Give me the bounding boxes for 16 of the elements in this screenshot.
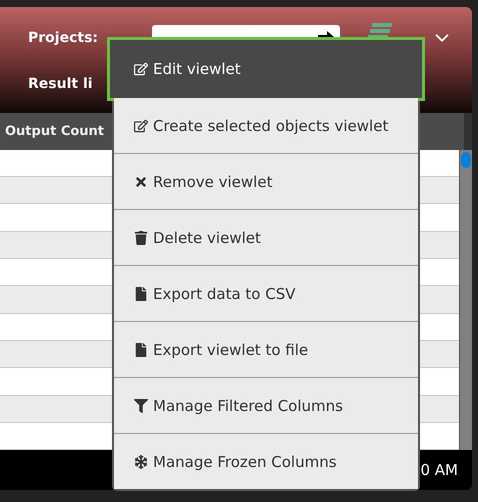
snowflake-icon <box>134 454 148 468</box>
result-limit-label: Result li <box>28 76 93 92</box>
file-icon <box>134 286 148 300</box>
edit-icon <box>134 118 148 132</box>
close-icon <box>134 174 148 188</box>
projects-label: Projects: <box>28 30 98 46</box>
column-header: Output Count <box>5 124 104 139</box>
file-icon <box>134 342 148 356</box>
scrollbar[interactable] <box>459 150 472 450</box>
menu-item[interactable]: Edit viewlet <box>110 40 422 98</box>
menu-item[interactable]: Create selected objects viewlet <box>114 98 418 154</box>
scrollbar-thumb[interactable] <box>461 152 471 168</box>
time-text: 0 AM <box>420 461 458 480</box>
edit-icon <box>134 62 148 76</box>
trash-icon <box>134 230 148 244</box>
filter-icon <box>134 398 148 412</box>
